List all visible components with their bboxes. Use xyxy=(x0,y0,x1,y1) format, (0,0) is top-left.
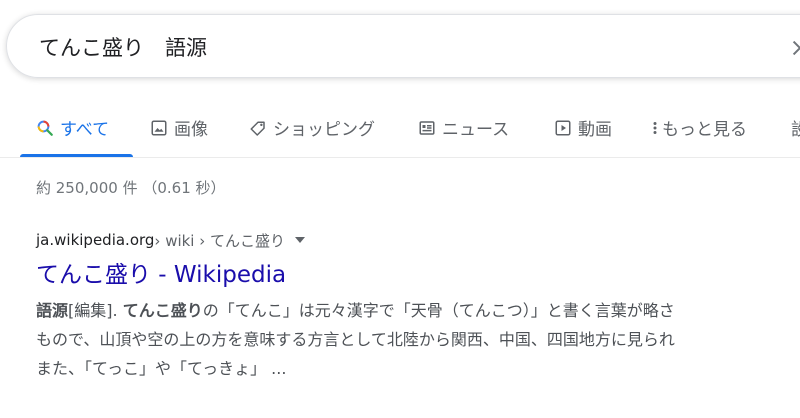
search-result: ja.wikipedia.org › wiki › てんこ盛り てんこ盛り - … xyxy=(36,229,800,383)
result-snippet: 語源[編集]. てんこ盛りの「てんこ」は元々漢字で「天骨（てんこつ）」と書く言葉… xyxy=(36,296,800,383)
tab-label: 動画 xyxy=(578,120,612,140)
tab-images[interactable]: 画像 xyxy=(150,100,208,155)
tab-label: もっと見る xyxy=(662,120,747,140)
dropdown-arrow-icon[interactable] xyxy=(295,237,306,243)
divider xyxy=(0,157,800,158)
tab-shopping[interactable]: ショッピング xyxy=(249,100,375,155)
snippet-text: の「てんこ」は元々漢字で「天骨（てんこつ）」と書く言葉が略さ xyxy=(202,301,675,320)
tab-videos[interactable]: 動画 xyxy=(554,100,612,155)
tab-label: すべて xyxy=(60,120,110,140)
tab-label: 画像 xyxy=(174,120,208,140)
tab-news[interactable]: ニュース xyxy=(418,100,509,155)
tab-label: 設 xyxy=(791,120,800,140)
snippet-line: もので、山頂や空の上の方を意味する方言として北陸から関西、中国、四国地方に見られ xyxy=(36,330,675,349)
tab-more[interactable]: もっと見る xyxy=(650,100,747,155)
result-title-link[interactable]: てんこ盛り - Wikipedia xyxy=(36,260,800,290)
play-icon xyxy=(554,119,572,137)
snippet-text: [編集]. xyxy=(68,301,123,320)
search-tabs: すべて 画像 ショッピング ニュース 動画 もっと見る 設 xyxy=(0,100,800,158)
search-icon xyxy=(36,119,54,137)
tag-icon xyxy=(249,119,267,137)
result-domain: ja.wikipedia.org xyxy=(36,231,155,249)
result-stats: 約 250,000 件 （0.61 秒） xyxy=(36,179,226,197)
close-icon[interactable] xyxy=(789,37,800,59)
tab-all[interactable]: すべて xyxy=(36,100,109,155)
tab-label: ニュース xyxy=(442,120,510,140)
result-breadcrumbs: › wiki › てんこ盛り xyxy=(154,231,286,250)
search-box[interactable] xyxy=(6,14,800,78)
newspaper-icon xyxy=(418,119,436,137)
tab-settings[interactable]: 設 xyxy=(791,100,800,155)
snippet-line: また、「てっこ」や「てっきょ」 ... xyxy=(36,359,287,378)
search-input[interactable] xyxy=(39,29,759,65)
snippet-bold: 語源 xyxy=(36,301,69,320)
result-url[interactable]: ja.wikipedia.org › wiki › てんこ盛り xyxy=(36,229,800,251)
snippet-bold: てんこ盛り xyxy=(122,301,203,320)
more-vert-icon xyxy=(650,119,660,137)
image-icon xyxy=(150,119,168,137)
tab-label: ショッピング xyxy=(273,120,375,140)
snippet-line: 語源[編集]. てんこ盛りの「てんこ」は元々漢字で「天骨（てんこつ）」と書く言葉… xyxy=(36,296,800,325)
